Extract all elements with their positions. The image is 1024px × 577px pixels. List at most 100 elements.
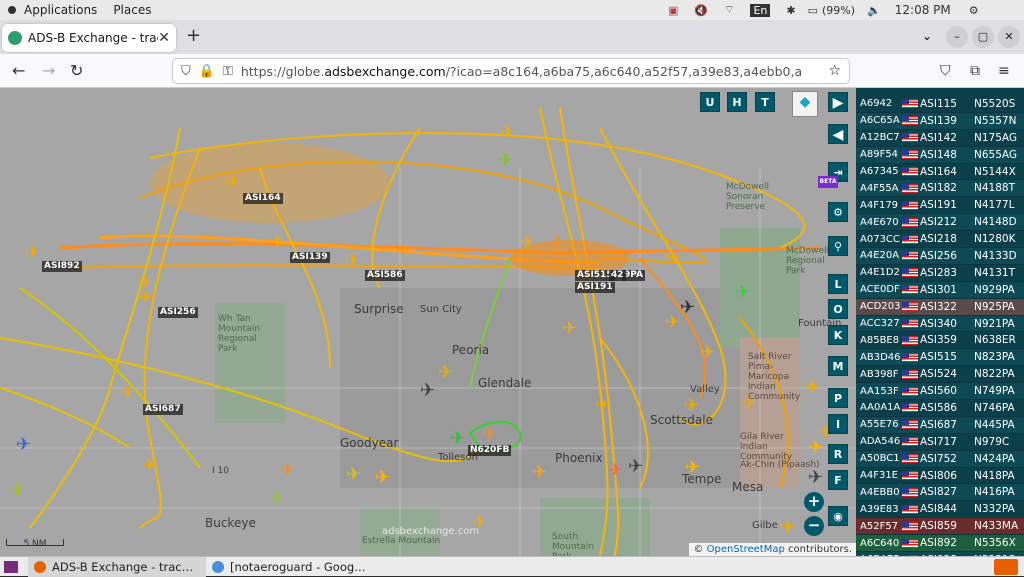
table-row[interactable]: A4E670 ASI212 N4148D (856, 214, 1024, 232)
place-label: Phoenix (555, 451, 603, 465)
maximize-icon[interactable]: ▢ (972, 26, 994, 48)
battery-icon[interactable]: ▭ (808, 4, 818, 17)
new-tab-icon[interactable]: + (186, 25, 201, 46)
back-icon[interactable]: ← (12, 61, 25, 80)
table-row[interactable]: A4F55A ASI182 N4188T (856, 180, 1024, 198)
table-row[interactable]: A4E20A ASI256 N4133D (856, 248, 1024, 265)
show-desktop-icon[interactable] (4, 560, 18, 573)
table-row[interactable]: A6C65A ASI139 N5357N (856, 112, 1024, 130)
filter-icon[interactable]: ⚲ (828, 236, 848, 256)
flight-label[interactable]: ASI139 (290, 252, 330, 263)
flight-label[interactable]: ASI191 (575, 282, 615, 293)
callsign: ASI115 (920, 97, 957, 110)
clock[interactable]: 12:08 PM (895, 3, 951, 17)
table-row[interactable]: A52F57 ASI859 N433MA (856, 518, 1024, 536)
beta-badge[interactable]: BETA (818, 176, 838, 188)
table-row[interactable]: ADA546 ASI717 N979C (856, 434, 1024, 451)
table-row[interactable]: A4F31E ASI806 N418PA (856, 468, 1024, 485)
registration: N638ER (974, 334, 1016, 347)
forward-icon[interactable]: → (42, 61, 55, 80)
table-row[interactable]: A6942 ASI115 N5520S (856, 96, 1024, 113)
persistence-button[interactable]: P (828, 388, 848, 408)
settings-icon[interactable]: ⚙ (828, 202, 848, 222)
table-row[interactable]: A50BC1 ASI752 N424PA (856, 450, 1024, 468)
callsign: ASI515 (920, 351, 957, 364)
minimize-icon[interactable]: – (946, 26, 968, 48)
close-window-icon[interactable]: ✕ (998, 26, 1020, 48)
callsign: ASI191 (920, 199, 957, 212)
app-menu-icon[interactable]: ≡ (998, 63, 1010, 79)
map-canvas[interactable]: ✈ ✈ ✈ ✈ ✈ ✈ ✈ ✈ ✈ ✈ ✈ ✈ ✈ ✈ ✈ ✈ ✈ ✈ ✈ ✈ … (0, 88, 856, 556)
url-bar[interactable]: ⛉ 🔒 ⚿ https://globe.adsbexchange.com/?ic… (172, 58, 850, 84)
info-button[interactable]: I (828, 414, 848, 434)
taskbar-item-google[interactable]: [notaeroguard - Goog… (206, 557, 384, 577)
table-row[interactable]: ACE0DF ASI301 N929PA (856, 281, 1024, 299)
flight-label[interactable]: ASI256 (158, 307, 198, 318)
table-row[interactable]: A39E83 ASI844 N332PA (856, 501, 1024, 519)
labels-button[interactable]: L (828, 274, 848, 294)
table-row[interactable]: ACD203 ASI322 N925PA (856, 298, 1024, 316)
wifi-icon[interactable]: ⌔ (724, 3, 734, 17)
layers-button[interactable]: ◆ (792, 91, 818, 117)
flight-label[interactable]: ASI164 (243, 193, 283, 204)
flight-label[interactable]: ASI586 (365, 270, 405, 281)
close-tab-icon[interactable]: ✕ (158, 30, 170, 46)
reload-icon[interactable]: ↻ (70, 61, 83, 80)
keyboard-layout[interactable]: En (750, 3, 771, 17)
flight-label[interactable]: ASI687 (143, 404, 183, 415)
follow-button[interactable]: F (828, 470, 848, 490)
screenshot-icon[interactable]: ◉ (828, 506, 848, 526)
mute-icon[interactable]: 🔇 (694, 4, 708, 17)
table-row[interactable]: A073CC ASI218 N1280K (856, 231, 1024, 249)
zoom-out-button[interactable]: − (804, 516, 824, 536)
pocket-icon[interactable]: ⛉ (940, 63, 951, 79)
k-button[interactable]: K (828, 325, 848, 345)
flight-label[interactable]: 42 (609, 270, 626, 281)
table-row[interactable]: A89F54 ASI148 N655AG (856, 146, 1024, 164)
table-row[interactable]: A55E76 ASI687 N445PA (856, 416, 1024, 434)
shield-icon[interactable]: ⛉ (181, 64, 191, 79)
table-row[interactable]: A67345 ASI164 N5144X (856, 164, 1024, 181)
table-row[interactable]: A4F179 ASI191 N4177L (856, 197, 1024, 215)
tab-adsb[interactable]: ADS-B Exchange - track a ✕ (2, 24, 176, 52)
o-button[interactable]: O (828, 299, 848, 319)
aircraft-table[interactable]: A6942 ASI115 N5520S A6C65A ASI139 N5357N A12BC… (856, 88, 1024, 556)
table-row[interactable]: A4E1D2 ASI283 N4131T (856, 265, 1024, 282)
hide-button[interactable]: H (727, 92, 747, 112)
apps-icon[interactable] (8, 6, 16, 14)
applications-menu[interactable]: Applications (16, 3, 105, 17)
table-row[interactable]: AB398F ASI524 N822PA (856, 366, 1024, 384)
table-row[interactable]: AB3D46 ASI515 N823PA (856, 349, 1024, 367)
multiselect-button[interactable]: M (828, 356, 848, 376)
table-row[interactable]: ACC327 ASI340 N921PA (856, 315, 1024, 333)
bookmark-star-icon[interactable]: ☆ (828, 63, 841, 79)
osm-link[interactable]: OpenStreetMap (707, 544, 785, 555)
url-text[interactable]: https://globe.adsbexchange.com/?icao=a8c… (241, 64, 801, 79)
permissions-icon[interactable]: ⚿ (223, 64, 233, 79)
workspace-icon[interactable] (994, 558, 1018, 575)
table-row[interactable]: AA153F ASI560 N749PA (856, 383, 1024, 401)
settings-gear-icon[interactable]: ⚙ (969, 4, 979, 17)
table-row[interactable]: A6C640 ASI892 N5356X (856, 535, 1024, 553)
taskbar-item-adsb[interactable]: ADS-B Exchange - trac… (28, 556, 206, 577)
vpn-icon[interactable]: ▣ (668, 4, 678, 17)
zoom-in-button[interactable]: + (804, 492, 824, 512)
list-tabs-icon[interactable]: ⌄ (922, 29, 932, 43)
places-menu[interactable]: Places (105, 3, 159, 17)
table-row[interactable]: A12BC7 ASI142 N175AG (856, 130, 1024, 147)
bluetooth-icon[interactable]: ✱ (786, 4, 795, 17)
battery-level[interactable]: (99%) (822, 4, 855, 17)
flight-label[interactable]: ASI892 (42, 261, 82, 272)
table-row[interactable]: AA0A1A ASI586 N746PA (856, 400, 1024, 417)
units-button[interactable]: U (700, 92, 720, 112)
extensions-icon[interactable]: ⧉ (970, 63, 980, 79)
trace-button[interactable]: T (755, 92, 775, 112)
collapse-sidebar-icon[interactable]: ◀ (828, 124, 848, 144)
replay-button[interactable]: R (828, 444, 848, 464)
table-row[interactable]: A85BE8 ASI359 N638ER (856, 332, 1024, 350)
expand-sidebar-icon[interactable]: ▶ (828, 92, 848, 112)
volume-icon[interactable]: 🔈 (867, 4, 881, 17)
lock-icon[interactable]: 🔒 (199, 64, 215, 79)
flight-label[interactable]: N620FB (468, 445, 512, 456)
table-row[interactable]: A4EBB0 ASI827 N416PA (856, 484, 1024, 502)
